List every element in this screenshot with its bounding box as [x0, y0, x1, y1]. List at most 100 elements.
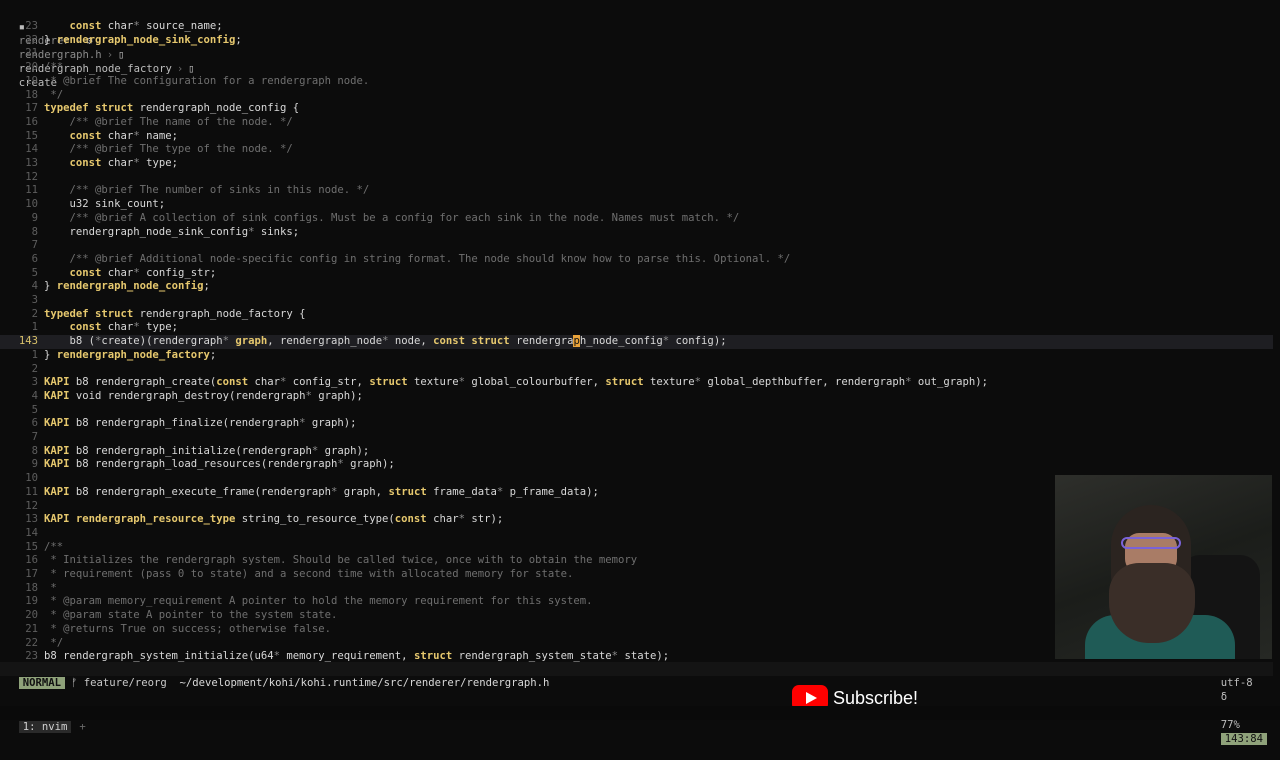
code-line[interactable]: 5 [0, 404, 1273, 418]
line-code: /** @brief The name of the node. */ [44, 116, 293, 128]
code-token: memory_requirement, [286, 650, 414, 662]
code-line[interactable]: 20 /** [0, 61, 1273, 75]
code-line[interactable]: 12 [0, 171, 1273, 185]
line-code: } rendergraph_node_factory; [44, 349, 216, 361]
code-line[interactable]: 3 KAPI b8 rendergraph_create(const char* … [0, 376, 1273, 390]
code-line[interactable]: 9 KAPI b8 rendergraph_load_resources(rend… [0, 458, 1273, 472]
code-token: , rendergraph_node [267, 335, 383, 348]
tab-nvim[interactable]: 1: nvim [18, 721, 72, 733]
line-number: 5 [31, 403, 38, 416]
breadcrumb: ▪ renderer › ⚙ rendergraph.h › ▯ rendergraph… [18, 21, 195, 89]
line-number: 1 [31, 348, 38, 361]
code-token: * [694, 376, 708, 389]
code-token: texture [413, 376, 459, 389]
code-line[interactable]: 17 typedef struct rendergraph_node_config… [0, 102, 1273, 116]
code-line[interactable]: 6 KAPI b8 rendergraph_finalize(rendergrap… [0, 417, 1273, 431]
line-code: */ [44, 637, 63, 649]
code-line[interactable]: 4} rendergraph_node_config; [0, 280, 1273, 294]
line-code: const char* source_name; [44, 20, 223, 32]
code-token: /** [44, 540, 64, 553]
line-code: b8 rendergraph_system_initialize(u64* me… [44, 650, 669, 662]
code-token: graph); [324, 444, 370, 457]
code-line[interactable]: 18 */ [0, 89, 1273, 103]
code-line[interactable]: 23 const char* source_name; [0, 20, 1273, 34]
code-line[interactable]: 4 KAPI void rendergraph_destroy(rendergra… [0, 390, 1273, 404]
new-tab-button[interactable]: + [79, 721, 85, 733]
code-line[interactable]: 1 } rendergraph_node_factory; [0, 349, 1273, 363]
line-number: 143 [18, 335, 38, 348]
code-token: /** @brief A collection of sink configs.… [44, 211, 740, 224]
line-number: 21 [25, 47, 38, 60]
code-line[interactable]: 1 const char* type; [0, 321, 1273, 335]
code-token: struct [413, 650, 459, 662]
code-line[interactable]: 8 KAPI b8 rendergraph_initialize(rendergr… [0, 445, 1273, 459]
code-token: str); [471, 513, 504, 526]
code-token: ; [209, 348, 217, 361]
code-token: char [107, 321, 134, 334]
code-token: const [69, 129, 108, 142]
line-number: 15 [25, 540, 38, 553]
code-token: * [337, 458, 351, 471]
line-code: } rendergraph_node_sink_config; [44, 34, 242, 46]
code-token: char [107, 20, 134, 32]
code-line[interactable]: 9 /** @brief A collection of sink config… [0, 212, 1273, 226]
code-token: typedef struct [44, 102, 140, 115]
code-token: b8 ( [44, 335, 96, 348]
code-line[interactable]: 2 [0, 363, 1273, 377]
code-line[interactable]: 8 rendergraph_node_sink_config* sinks; [0, 226, 1273, 240]
code-token: * [299, 417, 312, 430]
line-number: 3 [31, 294, 38, 306]
code-line[interactable]: 11 /** @brief The number of sinks in thi… [0, 184, 1273, 198]
code-token: } [44, 348, 57, 361]
code-line[interactable]: 14 /** @brief The type of the node. */ [0, 143, 1273, 157]
code-line[interactable]: 6 /** @brief Additional node-specific co… [0, 253, 1273, 267]
line-number: 6 [31, 417, 38, 430]
code-token: */ [44, 636, 64, 649]
code-line[interactable]: 2 typedef struct rendergraph_node_factory… [0, 308, 1273, 322]
line-number: 4 [31, 280, 38, 293]
line-code: u32 sink_count; [44, 198, 166, 211]
code-token: const [69, 157, 108, 169]
code-token: * [133, 266, 147, 279]
code-token: rendergraph_node_config [56, 280, 204, 293]
code-token: KAPI [44, 417, 76, 430]
code-token: state); [624, 650, 670, 662]
line-code: rendergraph_node_sink_config* sinks; [44, 225, 300, 238]
code-line[interactable]: 19 * @brief The configuration for a rend… [0, 75, 1273, 89]
line-code: typedef struct rendergraph_node_config { [44, 102, 299, 114]
line-number: 3 [31, 376, 38, 389]
code-token: config_str; [146, 266, 217, 279]
code-token: char [107, 129, 134, 142]
code-line[interactable]: 13 const char* type; [0, 157, 1273, 171]
line-number: 2 [31, 307, 38, 320]
code-token: * @returns True on success; otherwise fa… [44, 622, 332, 635]
code-line[interactable]: 21 [0, 47, 1273, 61]
code-line[interactable]: 15 const char* name; [0, 130, 1273, 144]
line-number: 22 [25, 33, 38, 46]
code-line[interactable]: 22 } rendergraph_node_sink_config; [0, 34, 1273, 48]
code-line[interactable]: 16 /** @brief The name of the node. */ [0, 116, 1273, 130]
code-line[interactable]: 7 [0, 431, 1273, 445]
current-line[interactable]: 143 b8 (*create)(rendergraph* graph, ren… [0, 335, 1273, 349]
line-number: 10 [25, 198, 38, 211]
code-line[interactable]: 5 const char* config_str; [0, 267, 1273, 281]
line-number: 9 [31, 211, 38, 224]
code-line[interactable]: 7 [0, 239, 1273, 253]
code-token: u32 sink_count; [44, 198, 166, 211]
code-line[interactable]: 10 u32 sink_count; [0, 198, 1273, 212]
code-token: rendergraph_node_sink_config [44, 225, 249, 238]
code-line[interactable]: 3 [0, 294, 1273, 308]
git-branch: feature/reorg [83, 677, 167, 689]
code-token: * [133, 321, 147, 334]
code-token: p_frame_data); [509, 485, 599, 498]
line-code: const char* config_str; [44, 266, 217, 279]
code-token: * @param state A pointer to the system s… [44, 609, 338, 622]
code-token: struct [369, 376, 414, 389]
line-code: * Initializes the rendergraph system. Sh… [44, 554, 637, 566]
line-number: 2 [31, 362, 38, 375]
code-token: const [394, 513, 434, 526]
code-token: frame_data [433, 485, 497, 498]
code-token: b8 rendergraph_initialize(rendergraph [75, 444, 312, 457]
line-code: const char* type; [44, 157, 178, 169]
